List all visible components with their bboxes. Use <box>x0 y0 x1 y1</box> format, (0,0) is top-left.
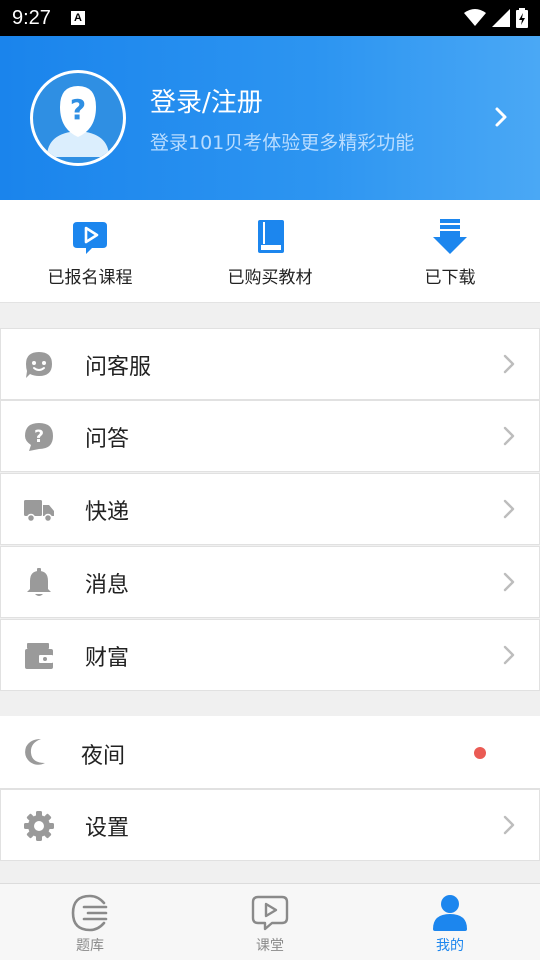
menu-label: 财富 <box>85 646 130 671</box>
menu-label: 快递 <box>85 500 130 525</box>
menu-wealth[interactable]: 财富 <box>0 619 540 691</box>
tab-question-bank[interactable]: 题库 <box>0 884 180 960</box>
night-mode-indicator <box>474 747 486 759</box>
play-bubble-icon <box>73 222 107 254</box>
tab-label: 课堂 <box>256 938 284 954</box>
login-header[interactable]: ? 登录/注册 登录101贝考体验更多精彩功能 <box>0 36 540 200</box>
profile-icon <box>433 895 467 931</box>
book-icon <box>258 220 284 253</box>
chevron-right-icon[interactable] <box>494 106 508 128</box>
notification-icon: A <box>70 11 85 25</box>
customer-service-icon <box>26 352 52 378</box>
svg-text:?: ? <box>70 93 86 126</box>
login-title[interactable]: 登录/注册 <box>150 82 263 119</box>
quick-downloaded[interactable]: 已下载 <box>360 200 540 303</box>
chevron-right-icon <box>503 426 515 446</box>
moon-icon <box>25 739 45 765</box>
download-icon <box>433 219 467 254</box>
quick-label: 已报名课程 <box>47 268 133 288</box>
question-bank-icon <box>71 894 108 932</box>
quick-actions: 已报名课程 已购买教材 已下载 <box>0 200 540 303</box>
menu-express[interactable]: 快递 <box>0 473 540 545</box>
chevron-right-icon <box>503 499 515 519</box>
menu-customer-service[interactable]: 问客服 <box>0 328 540 400</box>
question-bubble-icon: ? <box>25 423 53 451</box>
quick-label: 已下载 <box>424 268 476 288</box>
status-time: 9:27 <box>12 6 51 29</box>
menu-settings[interactable]: 设置 <box>0 789 540 861</box>
menu-label: 问答 <box>85 427 130 452</box>
menu-messages[interactable]: 消息 <box>0 546 540 618</box>
wifi-icon <box>464 9 486 26</box>
menu-label: 问客服 <box>85 355 152 380</box>
avatar-question-icon[interactable]: ? <box>30 70 126 166</box>
menu-label: 夜间 <box>81 744 126 769</box>
battery-icon <box>516 8 528 28</box>
wallet-icon <box>25 643 53 669</box>
quick-enrolled-courses[interactable]: 已报名课程 <box>0 200 180 303</box>
bottom-tab-bar: 题库 课堂 我的 <box>0 883 540 960</box>
chevron-right-icon <box>503 815 515 835</box>
tab-classroom[interactable]: 课堂 <box>180 884 360 960</box>
quick-label: 已购买教材 <box>227 268 313 288</box>
menu-label: 设置 <box>85 816 130 841</box>
signal-icon <box>492 9 510 27</box>
chevron-right-icon <box>503 354 515 374</box>
svg-text:?: ? <box>34 427 44 447</box>
tab-label: 我的 <box>436 938 464 954</box>
gear-icon <box>24 811 54 841</box>
chevron-right-icon <box>503 645 515 665</box>
login-subtitle: 登录101贝考体验更多精彩功能 <box>150 132 415 154</box>
status-indicators <box>464 8 528 28</box>
menu-label: 消息 <box>85 573 130 598</box>
tab-label: 题库 <box>76 938 104 954</box>
bell-icon <box>27 568 51 596</box>
quick-purchased-books[interactable]: 已购买教材 <box>180 200 360 303</box>
classroom-icon <box>251 895 289 931</box>
menu-qa[interactable]: ? 问答 <box>0 400 540 472</box>
chevron-right-icon <box>503 572 515 592</box>
truck-icon <box>24 500 54 523</box>
tab-mine[interactable]: 我的 <box>360 884 540 960</box>
status-bar: 9:27 A <box>0 0 540 36</box>
menu-night-mode[interactable]: 夜间 <box>0 716 540 789</box>
